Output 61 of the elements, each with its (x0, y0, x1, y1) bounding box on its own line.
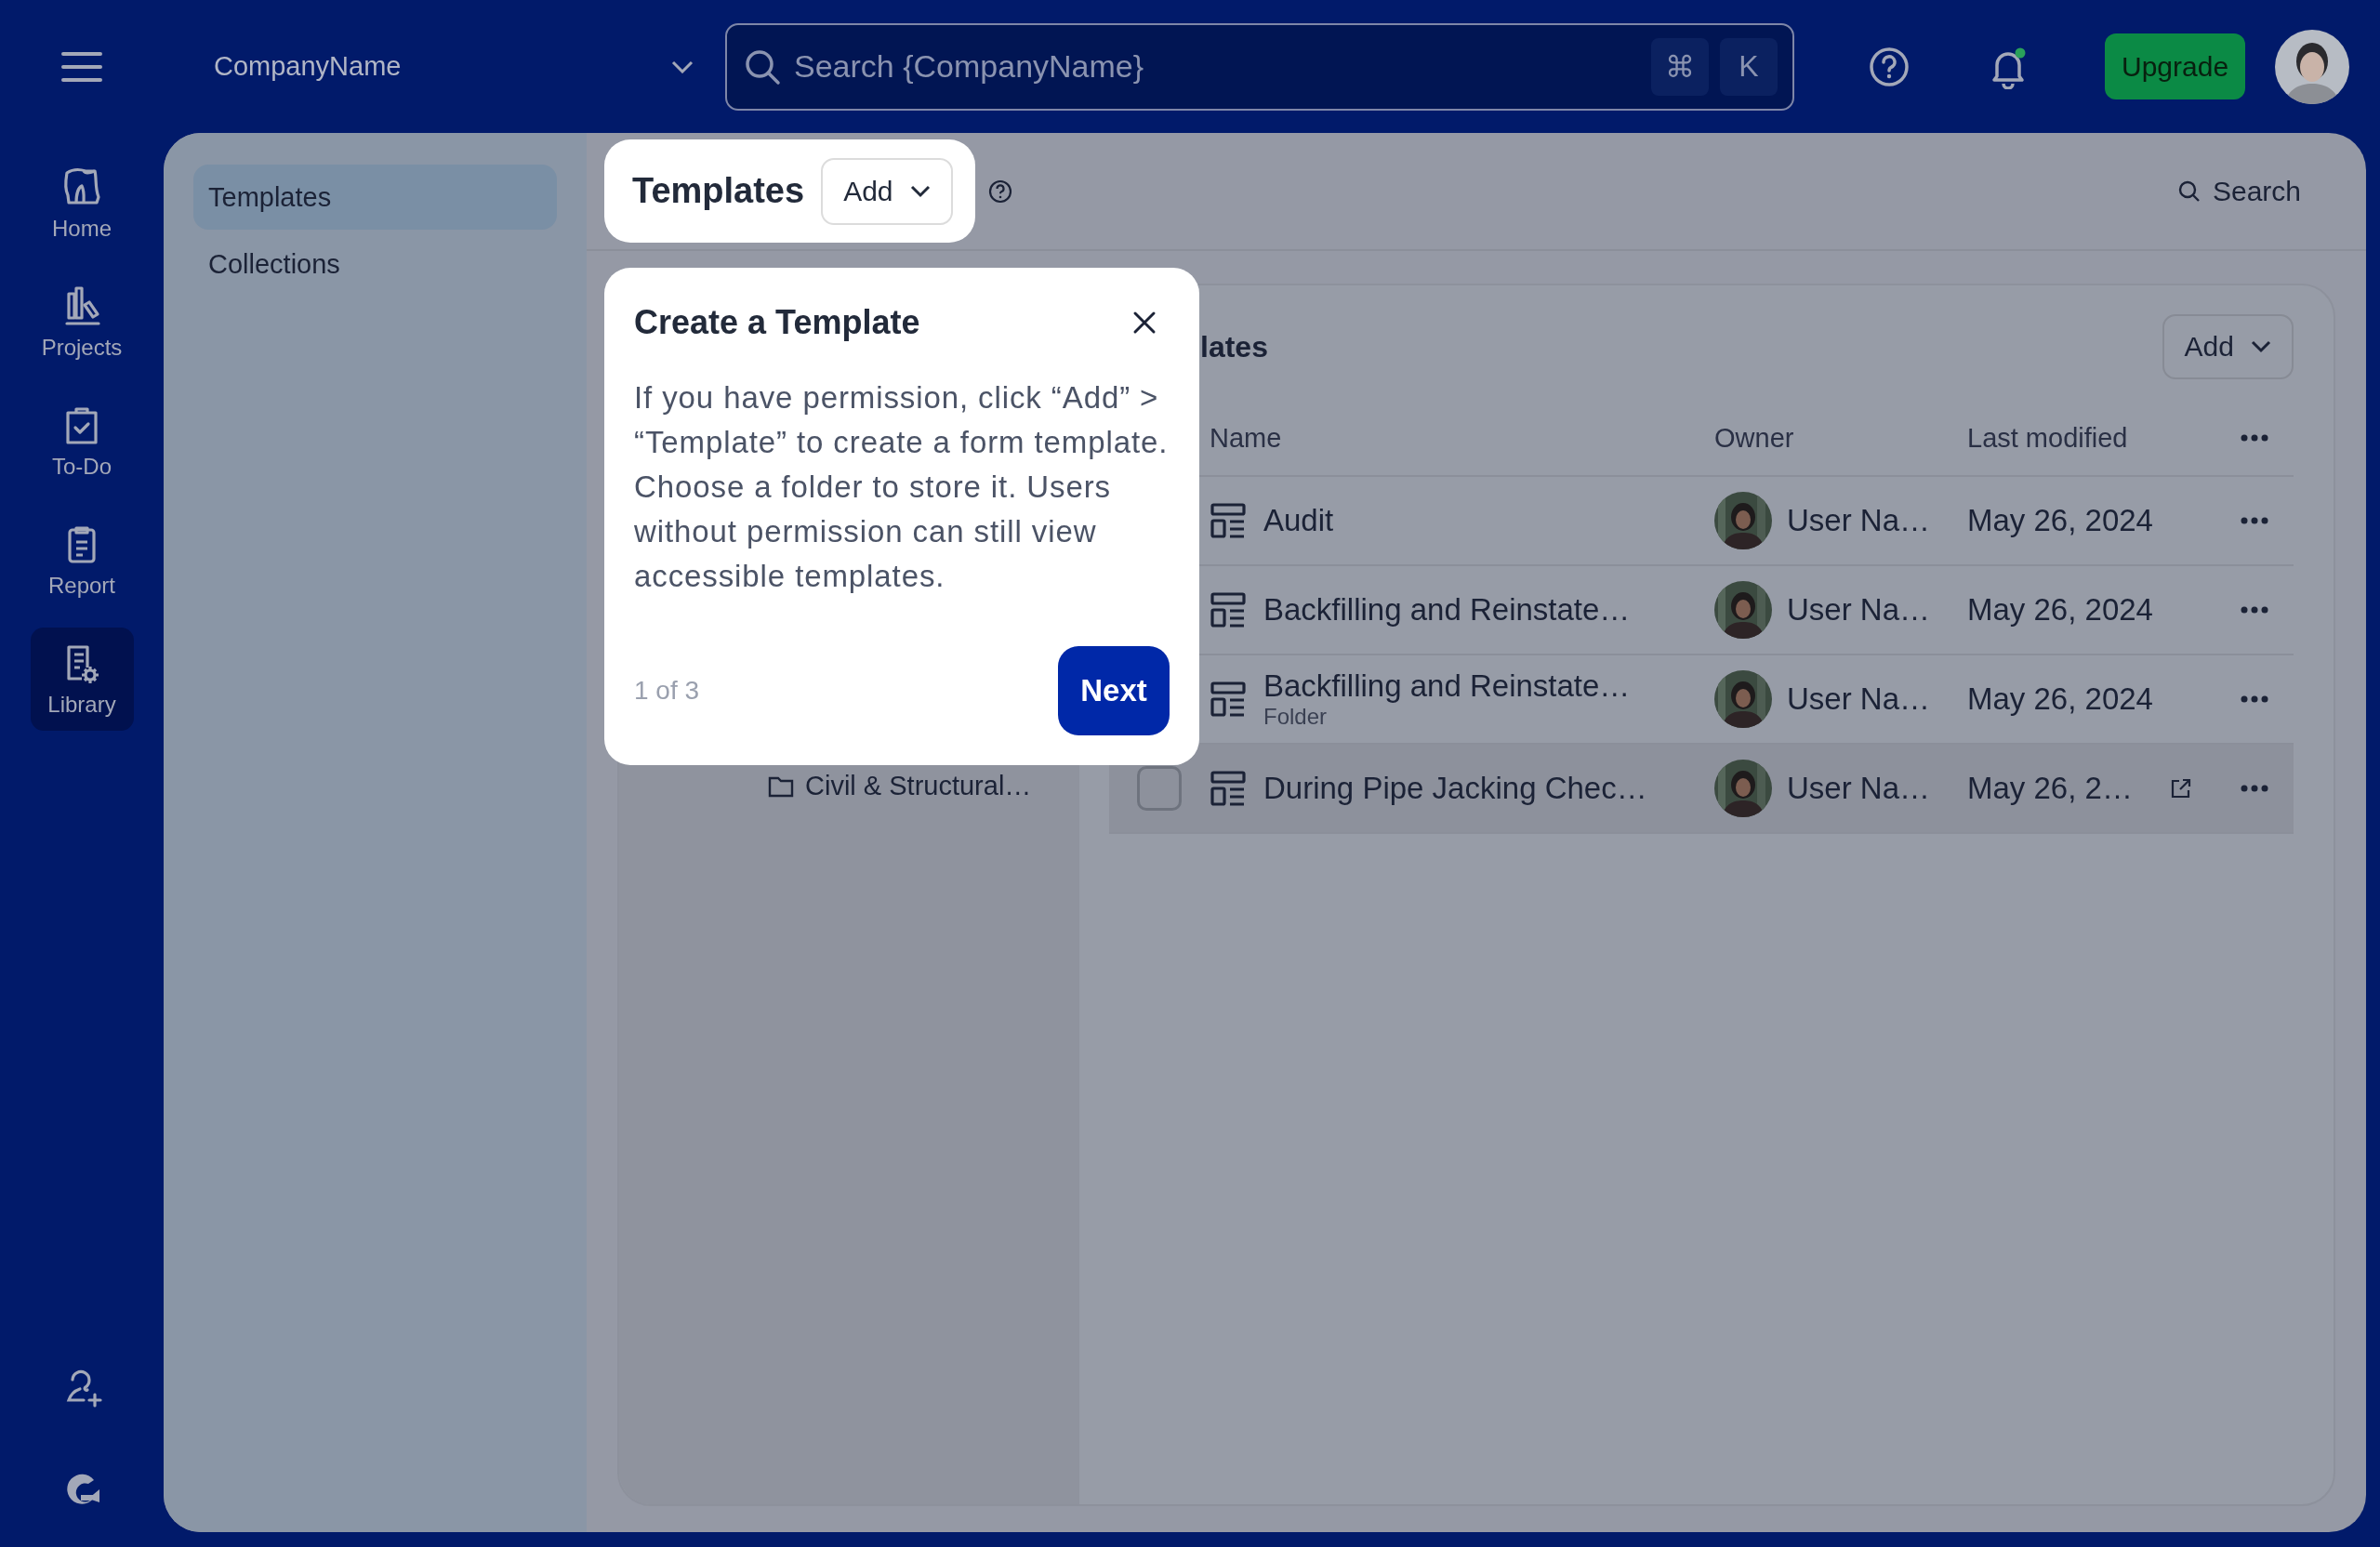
search-bar[interactable]: Search {CompanyName} ⌘ K (725, 22, 1794, 111)
search-icon (2176, 178, 2202, 204)
company-selector[interactable]: CompanyName (214, 51, 707, 82)
template-type: Folder (1263, 704, 1329, 730)
upgrade-button[interactable]: Upgrade (2105, 33, 2246, 99)
table-title: lates (1200, 329, 1268, 364)
template-name[interactable]: Backfilling and Reinstate… (1263, 668, 1631, 704)
modified-date: May 26, 2… (1967, 771, 2134, 806)
modified-date: May 26, 2024 (1967, 681, 2154, 717)
subnav-item[interactable]: Templates (193, 165, 557, 230)
shortcut-key: ⌘ (1651, 37, 1709, 96)
more-icon[interactable] (2241, 434, 2268, 442)
help-icon[interactable] (1869, 46, 1910, 87)
template-icon (1210, 502, 1247, 539)
menu-icon[interactable] (61, 50, 102, 83)
nav-item[interactable]: Report (30, 509, 134, 612)
column-header[interactable]: Last modified (1967, 422, 2170, 454)
nav-item[interactable]: Home (30, 152, 134, 255)
step-counter: 1 of 3 (634, 676, 700, 706)
next-button[interactable]: Next (1058, 646, 1170, 735)
owner-name: User Na… (1787, 592, 1931, 628)
chevron-down-icon (671, 60, 694, 73)
template-name[interactable]: Audit (1263, 503, 1334, 538)
help-icon[interactable] (987, 178, 1012, 204)
folder-icon (768, 774, 794, 798)
owner-name: User Na… (1787, 503, 1931, 538)
nav-item[interactable]: Library (30, 628, 134, 731)
chevron-down-icon (2251, 340, 2271, 353)
owner-name: User Na… (1787, 771, 1931, 806)
template-name[interactable]: During Pipe Jacking Chec… (1263, 771, 1647, 806)
page-title: Templates (632, 171, 805, 211)
template-name[interactable]: Backfilling and Reinstate… (1263, 592, 1631, 628)
more-icon[interactable] (2241, 517, 2268, 524)
add-button[interactable]: Add (2162, 314, 2294, 379)
add-button[interactable]: Add (821, 157, 953, 225)
chevron-down-icon (909, 184, 931, 198)
template-icon (1210, 591, 1247, 628)
more-icon[interactable] (2241, 606, 2268, 614)
tour-text: If you have permission, click “Add” > “Template” to create a form template. Choose a folder to store it. Users without permission can still view accessible templates. (634, 379, 1170, 595)
template-icon (1210, 770, 1247, 807)
nav-item[interactable]: To-Do (30, 390, 134, 493)
folder-name: Civil & Structural… (805, 771, 1032, 801)
close-icon[interactable] (1132, 311, 1157, 335)
more-icon[interactable] (2241, 785, 2268, 792)
column-header[interactable]: Name (1210, 422, 1714, 454)
shortcut-key: K (1720, 37, 1778, 96)
modified-date: May 26, 2024 (1967, 503, 2154, 538)
table-row[interactable]: During Pipe Jacking Chec… User Na… May 26, 2… (1109, 745, 2294, 834)
search-button[interactable]: Search (2171, 174, 2307, 208)
modified-date: May 26, 2024 (1967, 592, 2154, 628)
folder-item[interactable]: Civil & Structural… (619, 771, 1079, 801)
nav-item[interactable]: Projects (30, 271, 134, 374)
subnav-item[interactable]: Collections (193, 231, 557, 297)
owner-name: User Na… (1787, 681, 1931, 717)
column-header[interactable]: Owner (1714, 422, 1967, 454)
search-field[interactable]: Search {CompanyName} (792, 47, 1640, 86)
more-icon[interactable] (2241, 695, 2268, 703)
search-icon (744, 47, 781, 86)
external-link-icon[interactable] (2170, 777, 2192, 800)
template-icon (1210, 681, 1247, 718)
tour-title: Create a Template (634, 303, 920, 342)
